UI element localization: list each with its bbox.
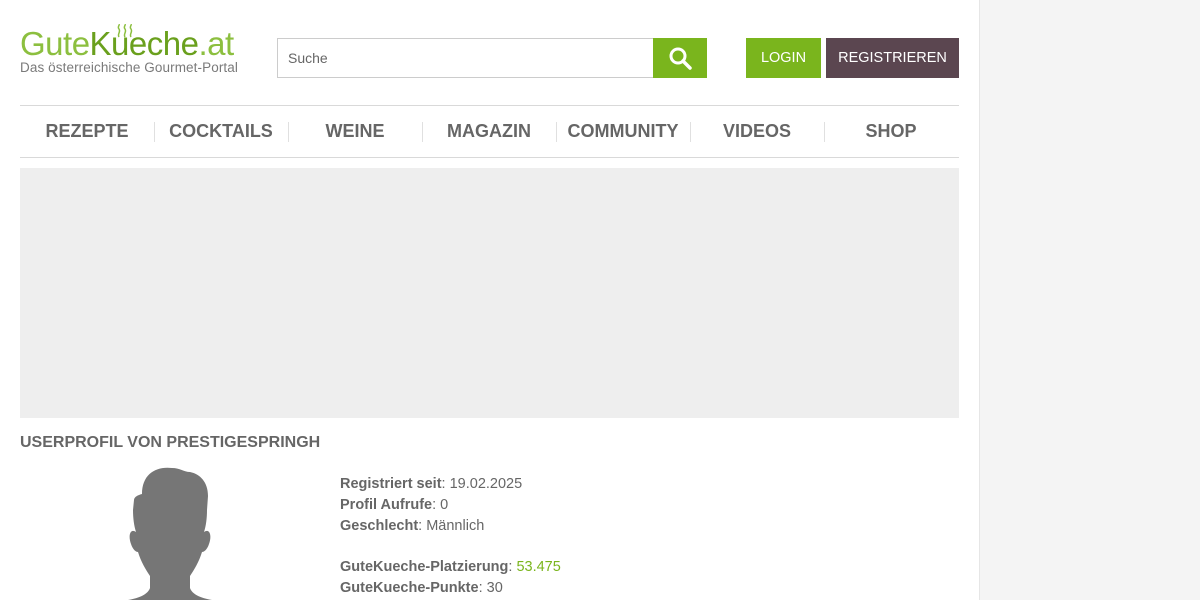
- login-button[interactable]: LOGIN: [746, 38, 821, 78]
- logo-gute: Gute: [20, 25, 90, 62]
- nav-item-cocktails[interactable]: COCKTAILS: [154, 106, 288, 157]
- points-row: GuteKueche-Punkte: 30: [340, 578, 561, 599]
- points-value: : 30: [478, 580, 503, 596]
- gender-label: Geschlecht: [340, 518, 419, 534]
- registered-value: : 19.02.2025: [441, 476, 523, 492]
- views-value: : 0: [432, 497, 449, 513]
- nav-item-weine[interactable]: WEINE: [288, 106, 422, 157]
- nav-item-rezepte[interactable]: REZEPTE: [20, 106, 154, 157]
- views-row: Profil Aufrufe: 0: [340, 495, 561, 516]
- nav-item-videos[interactable]: VIDEOS: [690, 106, 824, 157]
- logo-at: .at: [198, 25, 234, 62]
- gender-value: : Männlich: [418, 518, 485, 534]
- rank-value: 53.475: [516, 559, 561, 575]
- registered-label: Registriert seit: [340, 476, 442, 492]
- right-sidebar-area: [979, 0, 1200, 600]
- search-button[interactable]: [653, 38, 707, 78]
- profile-title: USERPROFIL VON PRESTIGESPRINGH: [20, 434, 321, 451]
- steam-icon: [117, 24, 133, 38]
- default-male-avatar-icon: [128, 467, 212, 600]
- search-input[interactable]: [277, 38, 654, 78]
- nav-item-shop[interactable]: SHOP: [824, 106, 958, 157]
- nav-item-community[interactable]: COMMUNITY: [556, 106, 690, 157]
- ad-placeholder: [20, 168, 959, 418]
- register-button[interactable]: REGISTRIEREN: [826, 38, 959, 78]
- rank-label: GuteKueche-Platzierung: [340, 559, 509, 575]
- points-label: GuteKueche-Punkte: [340, 580, 479, 596]
- rank-row: GuteKueche-Platzierung: 53.475: [340, 557, 561, 578]
- profile-info: Registriert seit: 19.02.2025 Profil Aufr…: [340, 474, 561, 599]
- gender-row: Geschlecht: Männlich: [340, 516, 561, 537]
- site-logo[interactable]: GuteKueche.at Das österreichische Gourme…: [20, 24, 252, 78]
- views-label: Profil Aufrufe: [340, 497, 433, 513]
- registered-row: Registriert seit: 19.02.2025: [340, 474, 561, 495]
- main-navigation: REZEPTE COCKTAILS WEINE MAGAZIN COMMUNIT…: [20, 105, 959, 158]
- logo-kueche: Kueche: [89, 25, 199, 62]
- search-bar: [277, 38, 707, 78]
- main-column: GuteKueche.at Das österreichische Gourme…: [20, 0, 959, 600]
- search-icon: [669, 47, 692, 70]
- logo-subtitle: Das österreichische Gourmet-Portal: [20, 60, 238, 75]
- nav-item-magazin[interactable]: MAGAZIN: [422, 106, 556, 157]
